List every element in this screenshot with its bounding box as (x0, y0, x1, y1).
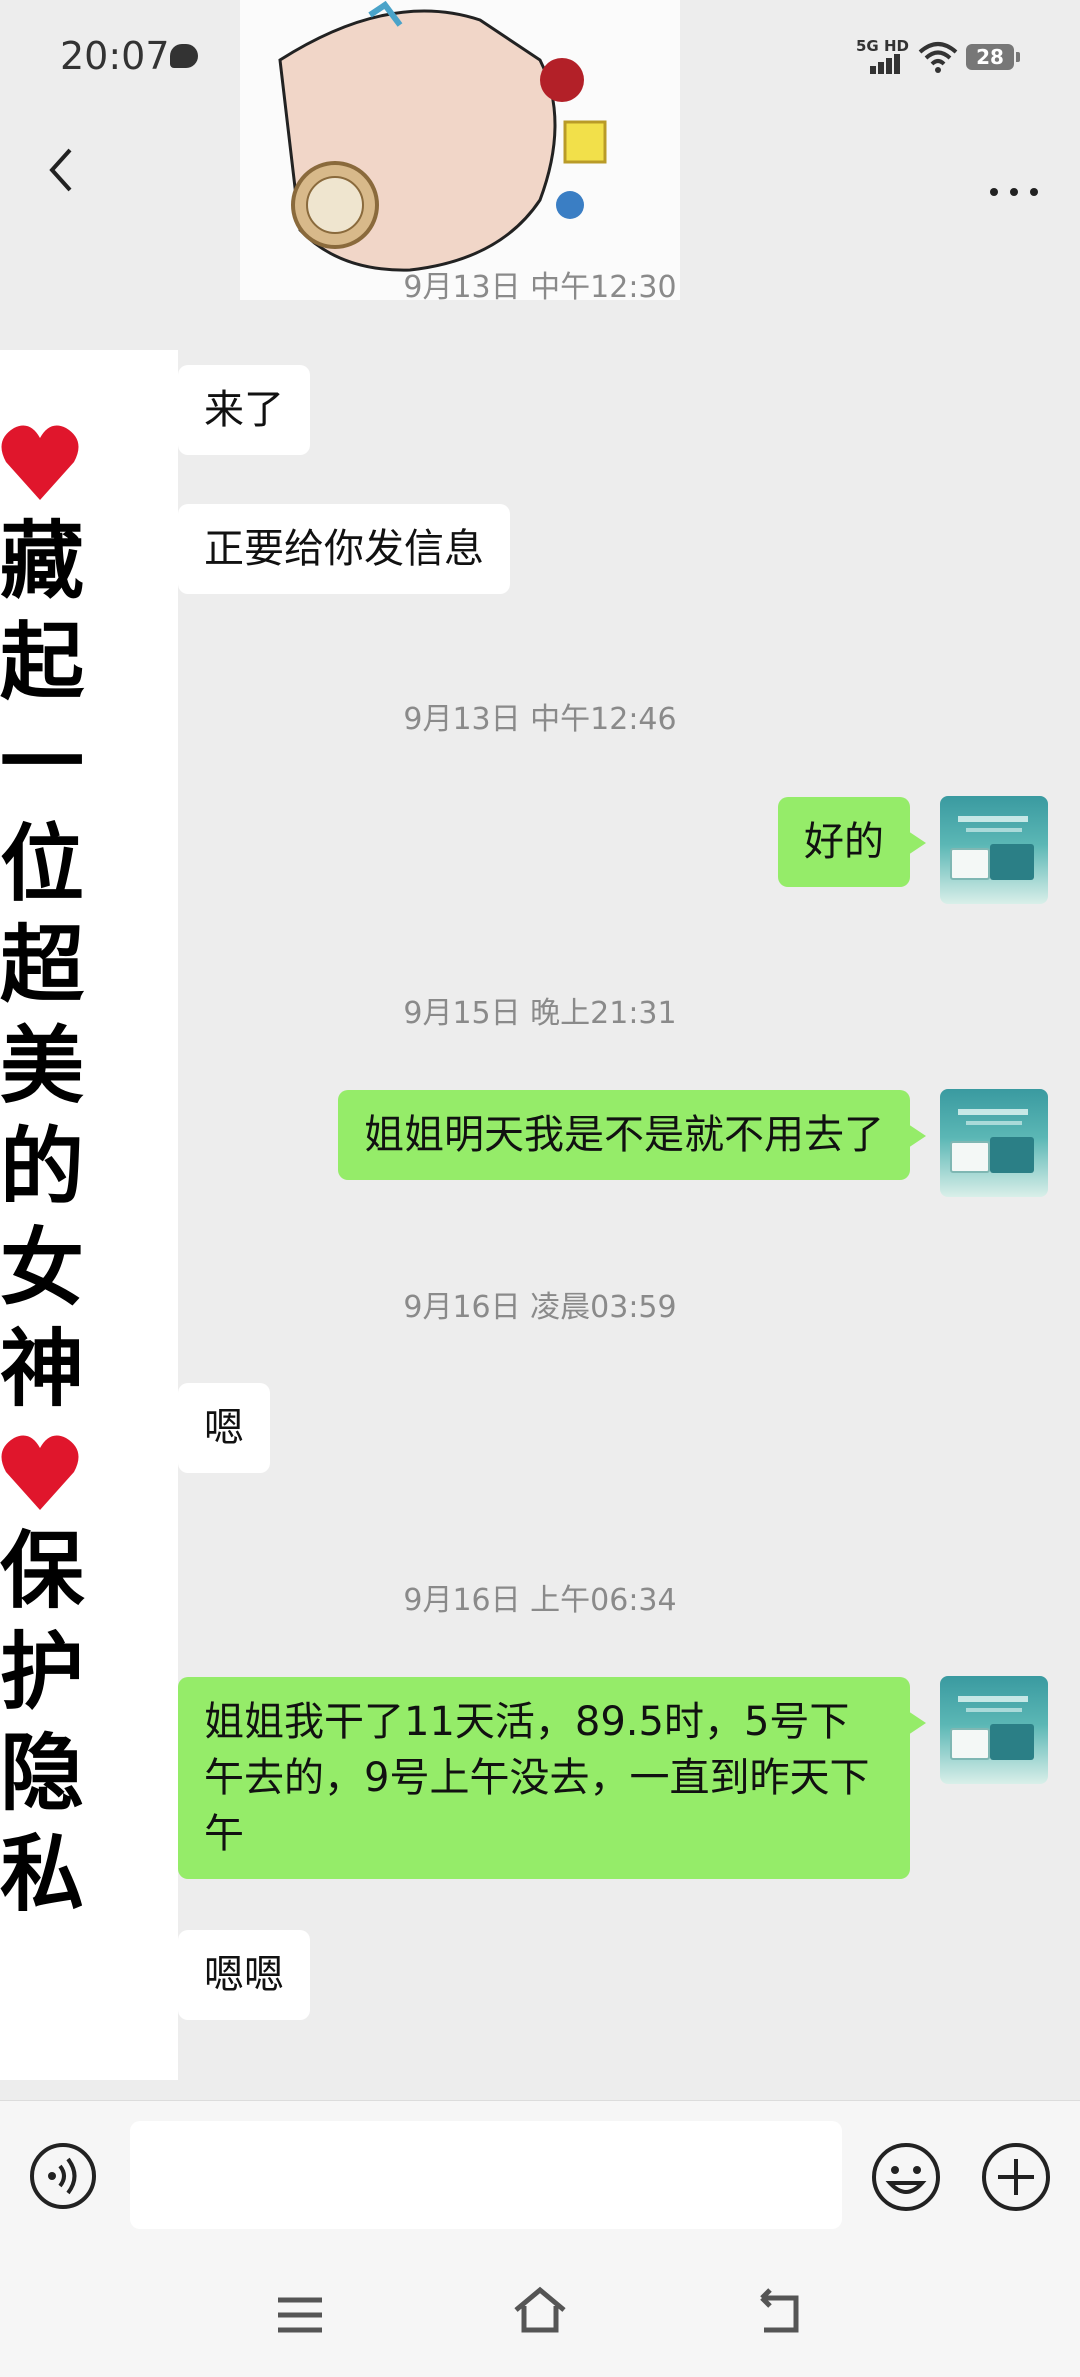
message-notification-icon (170, 44, 198, 68)
emoji-icon[interactable] (870, 2141, 942, 2213)
timestamp: 9月13日 中午12:46 (403, 702, 677, 737)
back-nav-icon[interactable] (750, 2284, 810, 2340)
user-avatar[interactable] (940, 796, 1048, 904)
timestamp: 9月15日 晚上21:31 (403, 996, 677, 1031)
privacy-sticker-text: 藏起一位超美的女神 保护隐私 (0, 350, 178, 2080)
wifi-icon (918, 42, 958, 73)
user-avatar[interactable] (940, 1089, 1048, 1197)
timestamp: 9月13日 中午12:30 (403, 270, 677, 305)
voice-icon[interactable] (28, 2141, 98, 2211)
more-dots-icon[interactable] (980, 140, 1050, 200)
battery-indicator: 28 (966, 44, 1020, 70)
status-time: 20:07 (60, 34, 170, 78)
chevron-left-icon[interactable] (34, 140, 94, 200)
privacy-sticker-hand (240, 0, 680, 300)
timestamp: 9月16日 上午06:34 (403, 1583, 677, 1618)
heart-icon (1, 1435, 79, 1510)
outgoing-message[interactable]: 姐姐我干了11天活，89.5时，5号下午去的，9号上午没去，一直到昨天下午 (178, 1677, 926, 1879)
incoming-message[interactable]: 嗯 (178, 1383, 270, 1473)
signal-icon (870, 52, 904, 74)
home-icon[interactable] (510, 2282, 570, 2338)
outgoing-message[interactable]: 姐姐明天我是不是就不用去了 (338, 1090, 926, 1180)
message-input[interactable] (130, 2121, 842, 2229)
plus-icon[interactable] (980, 2141, 1052, 2213)
sticker-vertical-text: 藏起一位超美的女神 保护隐私 (0, 410, 84, 1925)
incoming-message[interactable]: 来了 (178, 365, 310, 455)
outgoing-message[interactable]: 好的 (778, 797, 926, 887)
input-bar (0, 2100, 1080, 2251)
user-avatar[interactable] (940, 1676, 1048, 1784)
incoming-message[interactable]: 嗯嗯 (178, 1930, 310, 2020)
incoming-message[interactable]: 正要给你发信息 (178, 504, 510, 594)
timestamp: 9月16日 凌晨03:59 (403, 1290, 677, 1325)
menu-icon[interactable] (270, 2290, 330, 2340)
system-nav-bar (0, 2250, 1080, 2377)
heart-icon (1, 425, 79, 500)
